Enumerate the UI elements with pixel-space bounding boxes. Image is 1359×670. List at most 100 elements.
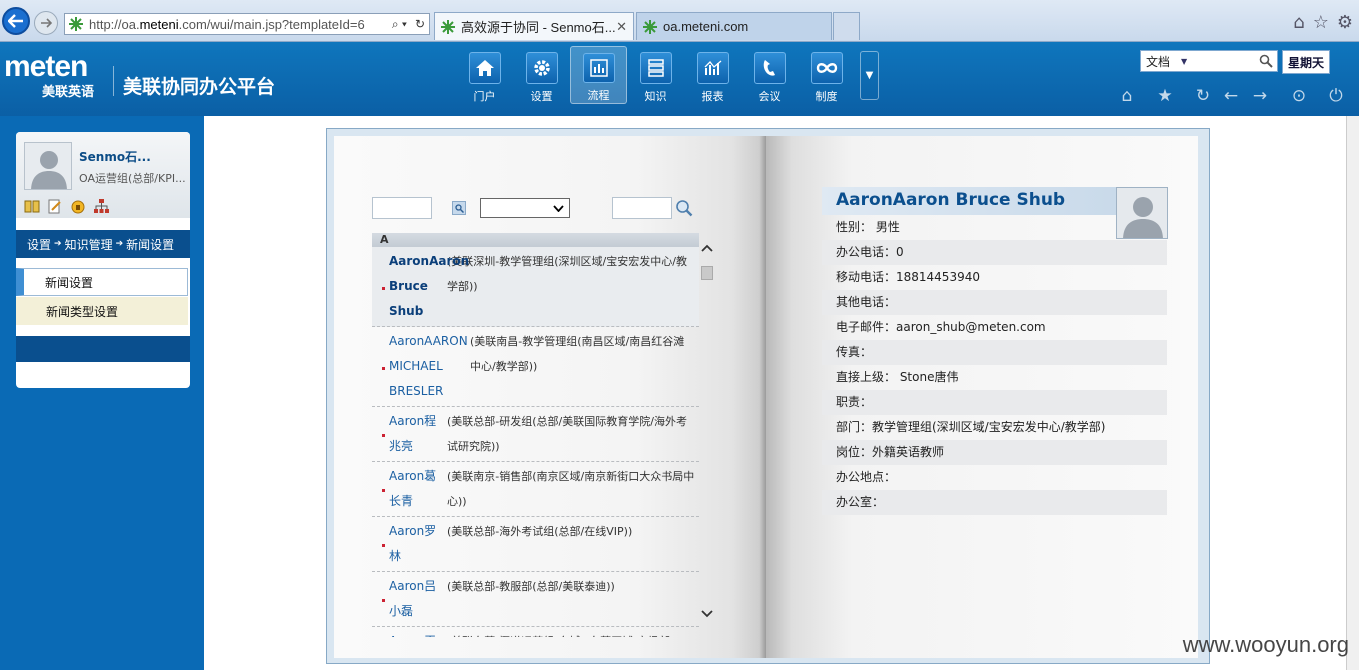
department-select[interactable]	[480, 198, 570, 218]
breadcrumb-item[interactable]: 新闻设置	[126, 236, 174, 253]
sidebar-item-news-type-settings[interactable]: 新闻类型设置	[16, 297, 188, 325]
user-panel: Senmo石... OA运营组(总部/KPI...	[16, 132, 190, 218]
phone-icon	[753, 52, 786, 84]
home-icon	[468, 52, 501, 84]
back-arrow-icon[interactable]: ←	[1220, 86, 1242, 106]
list-item[interactable]: Aaron王腾恩 (美联东莞-渠道运营组(东城)(东莞区域/市场部))	[372, 627, 699, 637]
search-icon[interactable]	[1259, 54, 1273, 68]
tab-title: oa.meteni.com	[663, 19, 749, 34]
browser-tab-oa[interactable]: 高效源于协同 - Senmo石... ✕	[434, 12, 634, 40]
list-item[interactable]: Aaron罗林 (美联总部-海外考试组(总部/在线VIP))	[372, 517, 699, 572]
chevron-down-icon: ▼	[865, 70, 874, 81]
list-scrollbar[interactable]	[699, 239, 715, 623]
browser-toolbar: ⌂ ☆ ⚙	[1293, 12, 1353, 33]
address-bar[interactable]: http://oa.meteni.com/wui/main.jsp?templa…	[64, 13, 430, 35]
home-icon[interactable]: ⌂	[1116, 86, 1138, 106]
employee-name[interactable]: Aaron程兆亮	[372, 409, 447, 459]
employee-name[interactable]: Aaron葛长青	[372, 464, 447, 514]
refresh-icon[interactable]: ↻	[1192, 86, 1214, 106]
app-header: meten 美联英语 美联协同办公平台 门户 设置 流程 知识 报表 会议 制度…	[0, 42, 1359, 116]
module-meetings[interactable]: 会议	[741, 46, 798, 104]
breadcrumb-item[interactable]: 知识管理	[65, 236, 113, 253]
page-scrollbar[interactable]	[1346, 116, 1359, 670]
weekday-label: 星期天	[1282, 50, 1330, 74]
keyword-search-button[interactable]	[674, 199, 694, 217]
global-search[interactable]: 文档 ▼	[1140, 50, 1278, 72]
module-knowledge[interactable]: 知识	[627, 46, 684, 104]
power-icon[interactable]: ⏻	[1325, 86, 1347, 106]
module-nav: 门户 设置 流程 知识 报表 会议 制度	[456, 46, 855, 104]
search-dropdown-icon[interactable]: ⌕ ▾	[388, 17, 411, 32]
employee-department: (美联总部-海外考试组(总部/在线VIP))	[447, 525, 633, 538]
profile-field-location: 办公地点：	[836, 470, 897, 484]
module-label: 会议	[758, 90, 781, 103]
breadcrumb: 设置 ➔ 知识管理 ➔ 新闻设置	[16, 230, 190, 258]
chevron-down-icon	[553, 204, 564, 212]
module-workflow[interactable]: 流程	[570, 46, 627, 104]
book-icon[interactable]	[24, 198, 40, 214]
user-department: OA运营组(总部/KPI...	[79, 172, 186, 185]
app-title: 美联协同办公平台	[123, 76, 276, 98]
breadcrumb-item[interactable]: 设置	[27, 236, 51, 253]
help-circle-icon[interactable]: ⊙	[1288, 86, 1310, 106]
list-item[interactable]: Aaron吕小磊 (美联总部-教服部(总部/美联泰迪))	[372, 572, 699, 627]
list-item[interactable]: Aaron葛长青 (美联南京-销售部(南京区域/南京新街口大众书局中心))	[372, 462, 699, 517]
tab-title: 高效源于协同 - Senmo石...	[461, 20, 616, 35]
sidebar-item-news-settings[interactable]: 新闻设置	[16, 268, 188, 296]
search-scope-select[interactable]: 文档	[1141, 53, 1181, 70]
settings-gear-icon[interactable]: ⚙	[1337, 12, 1353, 33]
module-policies[interactable]: 制度	[798, 46, 855, 104]
employee-list: A AaronAaron Bruce Shub (美联深圳-教学管理组(深圳区域…	[372, 233, 699, 637]
brand-logo: meten 美联英语	[4, 50, 94, 101]
search-button[interactable]	[452, 201, 466, 215]
favorites-star-icon[interactable]: ★	[1154, 86, 1176, 106]
scroll-up-chevron-icon[interactable]	[700, 241, 714, 255]
list-item[interactable]: AaronAaron Bruce Shub (美联深圳-教学管理组(深圳区域/宝…	[372, 247, 699, 327]
browser-tab-site[interactable]: oa.meteni.com	[636, 12, 832, 40]
profile-field-fax: 传真：	[822, 340, 1167, 365]
back-button[interactable]	[2, 7, 30, 35]
name-search-input[interactable]	[372, 197, 432, 219]
knowledge-server-icon	[639, 52, 672, 84]
user-tools	[24, 198, 109, 214]
keyword-input[interactable]	[612, 197, 672, 219]
list-item[interactable]: AaronAARON MICHAEL BRESLER (美联南昌-教学管理组(南…	[372, 327, 699, 407]
close-tab-icon[interactable]: ✕	[616, 19, 627, 35]
module-label: 知识	[644, 90, 667, 103]
logo-text-en: meten	[4, 50, 88, 83]
forward-button[interactable]	[34, 11, 58, 35]
employee-name[interactable]: Aaron罗林	[372, 519, 447, 569]
module-reports[interactable]: 报表	[684, 46, 741, 104]
refresh-icon[interactable]: ↻	[411, 17, 429, 31]
scroll-down-chevron-icon[interactable]	[700, 607, 714, 621]
module-portal[interactable]: 门户	[456, 46, 513, 104]
book-right-page: AaronAaron Bruce Shub 性别： 男性 办公电话：0 移动电话…	[766, 136, 1198, 658]
org-chart-icon[interactable]	[93, 198, 109, 214]
gear-icon	[525, 52, 558, 84]
site-favicon-icon	[69, 17, 83, 31]
lock-badge-icon[interactable]	[70, 198, 86, 214]
employee-name[interactable]: AaronAARON MICHAEL BRESLER	[372, 329, 470, 404]
module-settings[interactable]: 设置	[513, 46, 570, 104]
arrow-right-icon: ➔	[115, 239, 124, 249]
employee-department: (美联总部-教服部(总部/美联泰迪))	[447, 580, 615, 593]
favorites-star-icon[interactable]: ☆	[1313, 12, 1329, 33]
more-modules-button[interactable]: ▼	[860, 51, 879, 100]
address-url: http://oa.meteni.com/wui/main.jsp?templa…	[89, 16, 365, 32]
employee-name[interactable]: AaronAaron Bruce Shub	[372, 249, 469, 324]
employee-name[interactable]: Aaron王腾恩	[372, 629, 447, 637]
user-name[interactable]: Senmo石...	[79, 148, 151, 165]
employee-name[interactable]: Aaron吕小磊	[372, 574, 447, 624]
scroll-thumb[interactable]	[701, 266, 713, 280]
home-icon[interactable]: ⌂	[1293, 12, 1304, 33]
avatar[interactable]	[24, 142, 72, 190]
logo-divider	[113, 66, 114, 96]
forward-arrow-icon[interactable]: →	[1249, 86, 1271, 106]
module-label: 设置	[530, 90, 553, 103]
edit-note-icon[interactable]	[47, 198, 63, 214]
logo-text-cn: 美联英语	[42, 85, 95, 100]
list-item[interactable]: Aaron程兆亮 (美联总部-研发组(总部/美联国际教育学院/海外考试研究院))	[372, 407, 699, 462]
watermark: www.wooyun.org	[1182, 632, 1349, 657]
profile-field-office-phone: 办公电话：0	[822, 240, 1167, 265]
new-tab-button[interactable]	[833, 12, 860, 40]
